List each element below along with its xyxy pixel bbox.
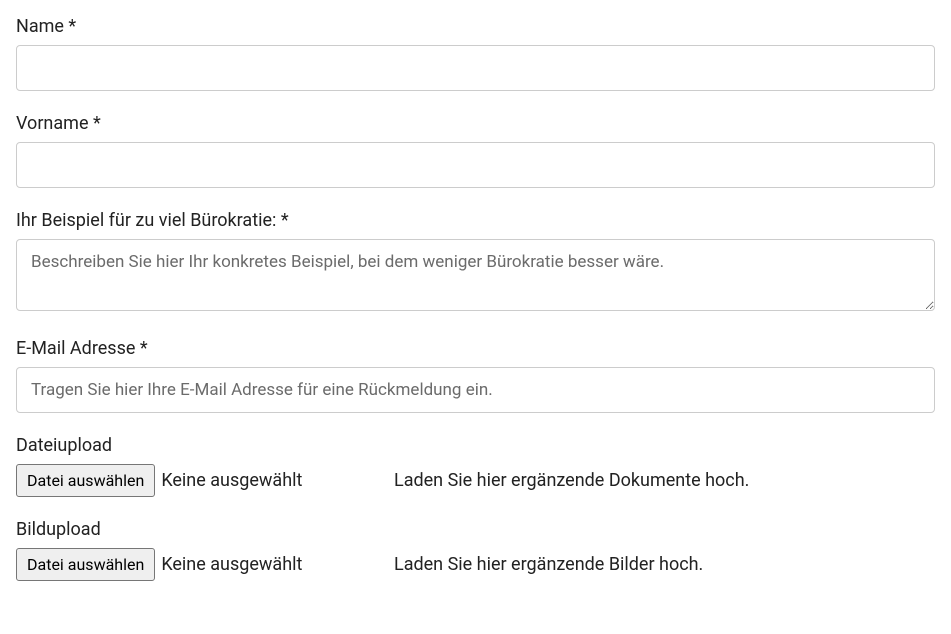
dateiupload-button[interactable]: Datei auswählen [16,464,155,497]
beispiel-textarea[interactable] [16,239,935,311]
name-input[interactable] [16,45,935,91]
vorname-label: Vorname * [16,113,935,134]
bildupload-status: Keine ausgewählt [161,554,302,575]
bildupload-button[interactable]: Datei auswählen [16,548,155,581]
bildupload-row: Datei auswählen Keine ausgewählt Laden S… [16,548,935,581]
bildupload-label: Bildupload [16,519,935,540]
beispiel-label: Ihr Beispiel für zu viel Bürokratie: * [16,210,935,231]
name-label: Name * [16,16,935,37]
vorname-group: Vorname * [16,113,935,188]
email-group: E-Mail Adresse * [16,338,935,413]
beispiel-group: Ihr Beispiel für zu viel Bürokratie: * [16,210,935,316]
name-group: Name * [16,16,935,91]
bildupload-group: Bildupload Datei auswählen Keine ausgewä… [16,519,935,581]
dateiupload-left: Datei auswählen Keine ausgewählt [16,464,376,497]
email-input[interactable] [16,367,935,413]
dateiupload-label: Dateiupload [16,435,935,456]
dateiupload-status: Keine ausgewählt [161,470,302,491]
email-label: E-Mail Adresse * [16,338,935,359]
bildupload-hint: Laden Sie hier ergänzende Bilder hoch. [394,554,703,575]
bildupload-left: Datei auswählen Keine ausgewählt [16,548,376,581]
dateiupload-hint: Laden Sie hier ergänzende Dokumente hoch… [394,470,749,491]
vorname-input[interactable] [16,142,935,188]
dateiupload-group: Dateiupload Datei auswählen Keine ausgew… [16,435,935,497]
dateiupload-row: Datei auswählen Keine ausgewählt Laden S… [16,464,935,497]
